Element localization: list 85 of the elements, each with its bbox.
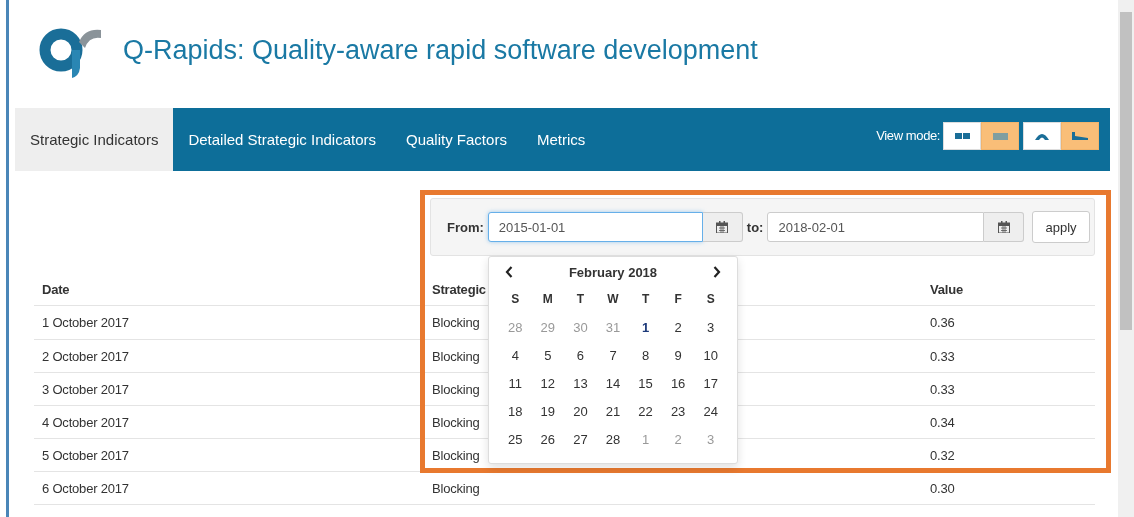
calendar-day[interactable]: 21 — [596, 397, 630, 425]
calendar-day[interactable]: 13 — [564, 369, 597, 397]
weekday-label: F — [673, 291, 683, 308]
calendar-day[interactable]: 25 — [499, 425, 532, 453]
table-cell: 0.34 — [930, 414, 955, 430]
month-title[interactable]: February 2018 — [568, 264, 658, 280]
calendar-day[interactable]: 8 — [629, 341, 662, 369]
table-cell: 1 October 2017 — [42, 315, 129, 330]
calendar-day[interactable]: 3 — [694, 313, 727, 341]
table-cell: 4 October 2017 — [42, 414, 129, 430]
table-cell: Blocking — [432, 315, 480, 330]
grid-icon — [954, 133, 970, 139]
previous-month-button[interactable] — [505, 266, 513, 278]
nav-tab[interactable]: Strategic Indicators — [15, 108, 174, 171]
calendar-day[interactable]: 15 — [629, 369, 662, 397]
calendar-day[interactable]: 4 — [499, 341, 532, 369]
calendar-button[interactable] — [702, 212, 743, 242]
column-header: Strategic — [432, 281, 486, 297]
view-mode-label: View mode: — [876, 128, 940, 145]
rectangle-icon — [992, 132, 1008, 140]
calendar-day[interactable]: 11 — [499, 369, 532, 397]
weekday-label: T — [640, 291, 651, 308]
weekday-label: W — [606, 291, 620, 308]
next-month-button[interactable] — [713, 266, 721, 278]
weekday-label: S — [510, 291, 521, 308]
apply-button[interactable]: apply — [1032, 211, 1090, 243]
table-cell: Blocking — [432, 414, 480, 430]
calendar-day[interactable]: 9 — [661, 341, 695, 369]
calendar-day[interactable]: 18 — [499, 397, 532, 425]
scrollbar[interactable] — [1118, 0, 1134, 517]
field-label: to: — [746, 219, 764, 235]
table-cell: 0.32 — [930, 447, 955, 463]
table-cell: Blocking — [432, 480, 480, 496]
table-cell: 0.33 — [930, 348, 955, 364]
weekday-label: T — [575, 291, 586, 308]
table-cell: Blocking — [432, 381, 480, 397]
weekday-label: S — [705, 291, 716, 308]
chevron-right-icon — [713, 266, 721, 278]
page-title: Q-Rapids: Quality-aware rapid software development — [123, 34, 758, 66]
chevron-left-icon — [505, 266, 513, 278]
arc-icon — [1035, 132, 1049, 140]
calendar-icon — [997, 221, 1010, 233]
calendar-day[interactable]: 19 — [531, 397, 565, 425]
calendar-day[interactable]: 24 — [694, 397, 727, 425]
calendar-day[interactable]: 2 — [661, 313, 695, 341]
area-chart-icon — [1072, 132, 1088, 140]
scrollbar-thumb[interactable] — [1120, 12, 1132, 330]
table-cell: 5 October 2017 — [42, 447, 129, 463]
weekday-label: M — [541, 291, 554, 308]
calendar-day[interactable]: 16 — [661, 369, 695, 397]
calendar-day[interactable]: 7 — [596, 341, 630, 369]
calendar-day[interactable]: 14 — [596, 369, 630, 397]
calendar-day[interactable]: 6 — [564, 341, 597, 369]
calendar-day[interactable]: 26 — [531, 425, 565, 453]
table-cell: 0.30 — [930, 480, 955, 496]
calendar-day[interactable]: 22 — [629, 397, 662, 425]
view-mode-button[interactable] — [1023, 122, 1061, 150]
date-field[interactable]: 2018-02-01 — [767, 212, 985, 242]
calendar-button[interactable] — [984, 212, 1025, 242]
view-mode-button[interactable] — [943, 122, 981, 150]
field-label: From: — [447, 219, 484, 235]
calendar-day[interactable]: 12 — [531, 369, 565, 397]
calendar-day[interactable]: 20 — [564, 397, 597, 425]
nav-tab[interactable]: Metrics — [521, 108, 601, 171]
table-cell: 6 October 2017 — [42, 480, 129, 496]
nav-tab[interactable]: Detailed Strategic Indicators — [173, 108, 391, 171]
table-cell: Blocking — [432, 348, 480, 364]
calendar-day[interactable]: 5 — [531, 341, 565, 369]
calendar-day[interactable]: 27 — [564, 425, 597, 453]
column-header: Date — [42, 281, 70, 297]
calendar-icon — [716, 221, 729, 233]
view-mode-button[interactable] — [1061, 122, 1099, 150]
table-cell: 2 October 2017 — [42, 348, 129, 364]
column-header: Value — [930, 281, 963, 297]
table-cell: 3 October 2017 — [42, 381, 129, 397]
nav-tab[interactable]: Quality Factors — [391, 108, 522, 171]
calendar-day[interactable]: 1 — [629, 313, 662, 341]
calendar-day[interactable]: 28 — [596, 425, 630, 453]
date-field[interactable]: 2015-01-01 — [487, 212, 703, 242]
table-cell: 0.36 — [930, 315, 955, 330]
table-cell: 0.33 — [930, 381, 955, 397]
calendar-day[interactable]: 17 — [694, 369, 727, 397]
calendar-day[interactable]: 23 — [661, 397, 695, 425]
calendar-day[interactable]: 10 — [694, 341, 727, 369]
table-cell: Blocking — [432, 447, 480, 463]
